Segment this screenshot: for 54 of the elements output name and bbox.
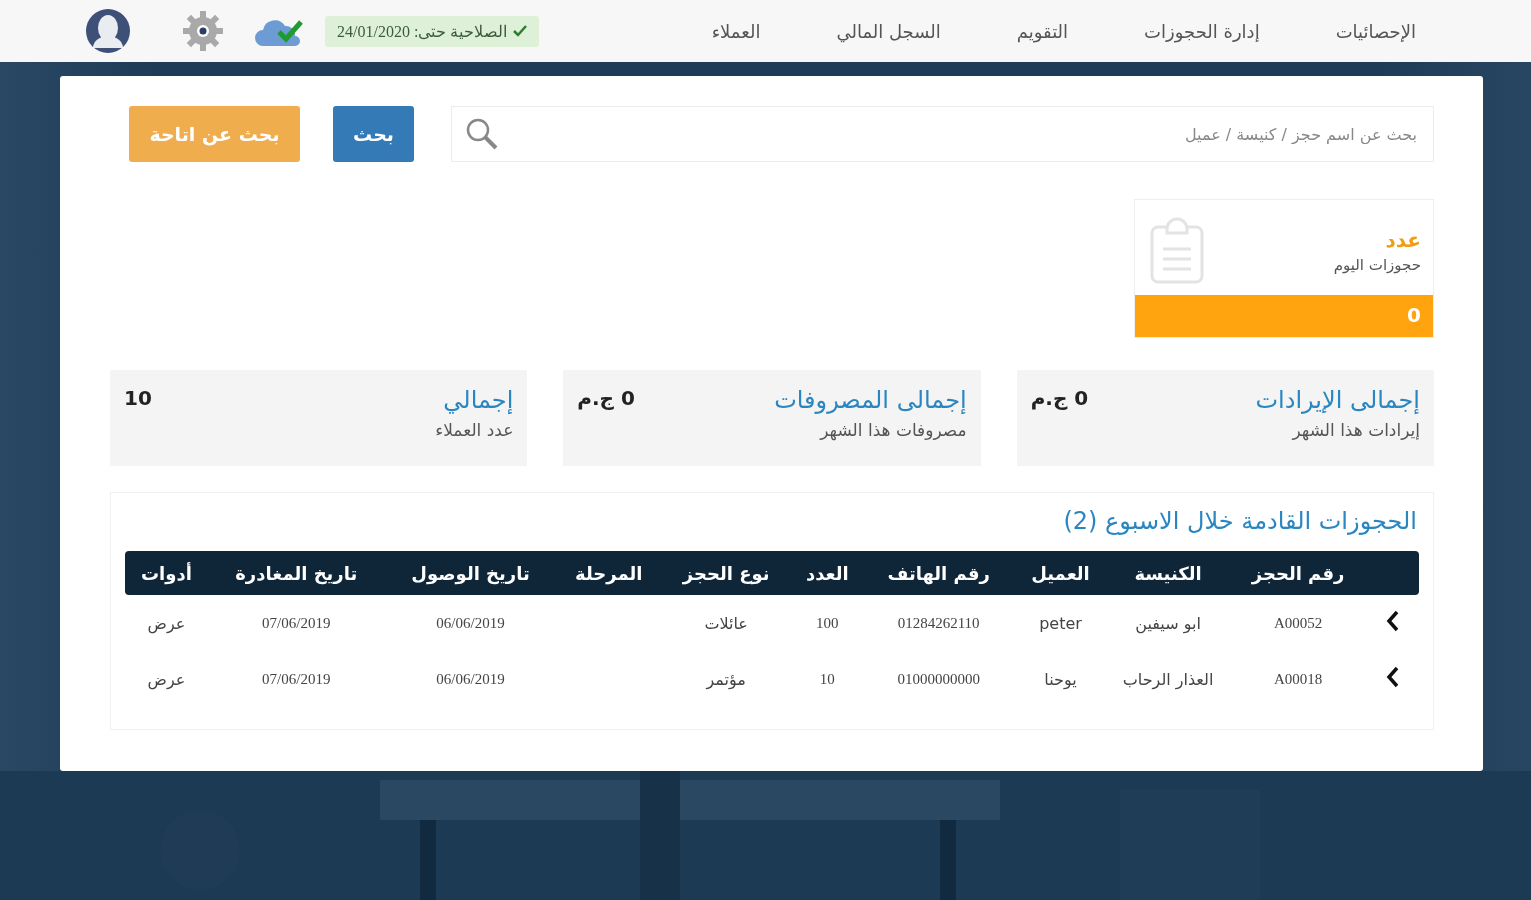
column-header: أدوات xyxy=(125,551,208,595)
column-header: العميل xyxy=(1013,551,1107,595)
column-header: نوع الحجز xyxy=(661,551,792,595)
table-cell: مؤتمر xyxy=(706,669,746,689)
view-link[interactable]: عرض xyxy=(147,669,186,689)
stat-value: 10 xyxy=(124,386,152,412)
license-badge: الصلاحية حتى: 24/01/2020 xyxy=(325,15,540,47)
search-button[interactable]: بحث xyxy=(333,106,414,162)
table-cell: 06/06/2019 xyxy=(436,614,505,631)
stat-subtitle: مصروفات هذا الشهر xyxy=(818,420,967,440)
stat-subtitle: عدد العملاء xyxy=(435,420,514,440)
stat-title: إجمالى الإيرادات xyxy=(1255,386,1420,414)
column-header: العدد xyxy=(791,551,864,595)
column-header: المرحلة xyxy=(556,551,662,595)
section-title: الحجوزات القادمة خلال الاسبوع (2) xyxy=(1062,507,1418,535)
column-header: الكنيسة xyxy=(1107,551,1230,595)
column-header: تاريخ الوصول xyxy=(384,551,557,595)
table-cell: ابو سيفين xyxy=(1135,613,1201,633)
table-cell: 07/06/2019 xyxy=(262,614,331,631)
table-cell: عائلات xyxy=(704,613,748,633)
search-icon xyxy=(465,117,499,151)
nav-link[interactable]: الإحصائيات xyxy=(1335,20,1416,42)
table-cell: A00018 xyxy=(1273,670,1323,687)
chevron-icon[interactable] xyxy=(1386,610,1400,632)
column-header: رقم الهاتف xyxy=(863,551,1014,595)
search-field[interactable]: بحث عن اسم حجز / كنيسة / عميل xyxy=(451,106,1434,162)
table-cell: يوحنا xyxy=(1044,669,1077,689)
stat-title: إجمالى المصروفات xyxy=(774,386,967,414)
nav-link[interactable]: العملاء xyxy=(711,20,761,42)
count-bar: 0 xyxy=(1135,295,1433,337)
stat-value: 0 ج.م xyxy=(1030,386,1089,412)
column-header: تاريخ المغادرة xyxy=(207,551,385,595)
table-cell: 07/06/2019 xyxy=(262,670,331,687)
nav-link[interactable]: إدارة الحجوزات xyxy=(1144,20,1260,42)
table-cell: 100 xyxy=(816,614,839,631)
table-cell: 06/06/2019 xyxy=(436,670,505,687)
clipboard-icon xyxy=(1149,216,1205,285)
nav-link[interactable]: السجل المالي xyxy=(836,20,941,42)
nav-link[interactable]: التقويم xyxy=(1016,20,1069,42)
stat-subtitle: إيرادات هذا الشهر xyxy=(1290,420,1420,440)
view-link[interactable]: عرض xyxy=(147,613,186,633)
chevron-icon[interactable] xyxy=(1386,666,1400,688)
stat-value: 0 ج.م xyxy=(577,386,635,412)
table-cell: 01000000000 xyxy=(897,670,980,687)
table-cell: 01284262110 xyxy=(897,614,980,631)
column-header: رقم الحجز xyxy=(1229,551,1367,595)
table-cell: 10 xyxy=(819,670,835,687)
table-cell: peter xyxy=(1039,613,1082,633)
table-cell: العذار الرحاب xyxy=(1122,669,1214,689)
avatar-icon[interactable] xyxy=(85,8,131,54)
stat-title: إجمالي xyxy=(442,386,514,414)
card-title: عدد xyxy=(1384,227,1421,252)
table-cell: A00052 xyxy=(1273,614,1323,631)
card-subtitle: حجوزات اليوم xyxy=(1333,255,1421,274)
